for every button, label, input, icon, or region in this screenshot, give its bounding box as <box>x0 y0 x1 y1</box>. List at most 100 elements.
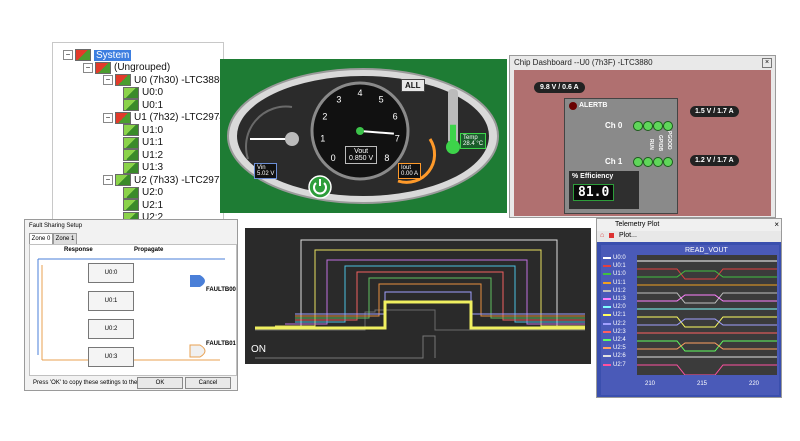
legend-item: U1:0 <box>603 271 626 277</box>
ch0-output: 1.5 V / 1.7 A <box>690 106 739 117</box>
all-label[interactable]: ALL <box>401 79 425 92</box>
ok-button[interactable]: OK <box>137 377 183 389</box>
device-icon <box>115 111 131 124</box>
tree-item[interactable]: U2:1 <box>123 199 163 211</box>
legend-label: U2:3 <box>613 328 626 335</box>
device-icon <box>123 124 139 136</box>
chip-dashboard-window: Chip Dashboard --U0 (7h3F) -LTC3880 × 9.… <box>509 55 776 218</box>
legend-item: U2:3 <box>603 329 626 335</box>
faultb01-label: FAULTB01 <box>206 341 236 347</box>
device-icon <box>115 74 131 86</box>
gpio-label: GPIOB <box>657 135 663 152</box>
cancel-button[interactable]: Cancel <box>185 377 231 389</box>
close-icon[interactable]: × <box>774 220 779 229</box>
tree-item[interactable]: − System <box>63 49 132 61</box>
tree-item-label: U0:0 <box>142 87 164 98</box>
expand-toggle-icon[interactable]: − <box>103 175 113 185</box>
device-icon <box>123 136 139 149</box>
chip-dashboard-canvas: 9.8 V / 0.6 A ALERTB Ch 0 Ch 1 RUN GPIOB… <box>514 70 771 216</box>
vout-readout: Vout 0.850 V <box>345 146 378 164</box>
fault-unit-box: U0:0 <box>88 263 134 283</box>
on-label: ON <box>251 344 266 355</box>
x-tick-label: 215 <box>697 381 708 387</box>
tree-item[interactable]: U1:2 <box>123 149 163 161</box>
stop-icon[interactable] <box>609 233 614 238</box>
legend-item: U1:3 <box>603 296 626 302</box>
gauge-tick-label: 3 <box>336 94 341 104</box>
legend-swatch <box>603 281 611 284</box>
legend-item: U1:2 <box>603 288 626 294</box>
efficiency-label: % Efficiency <box>572 173 614 180</box>
telemetry-plot-area: READ_VOUT U0:0 U0:1 U1:0 U1:1 U1:2 U1:3 U2:0 U2… <box>601 245 779 395</box>
legend-label: U0:1 <box>613 263 626 270</box>
tree-item[interactable]: − U2 (7h33) -LTC2977 <box>103 174 224 186</box>
legend-label: U1:3 <box>613 296 626 302</box>
device-icon <box>115 174 131 186</box>
expand-toggle-icon[interactable]: − <box>103 75 113 85</box>
tree-item[interactable]: − U0 (7h30) -LTC3880 <box>103 74 223 86</box>
legend-label: U2:6 <box>613 353 626 360</box>
legend-swatch <box>603 347 611 350</box>
tree-item-label: U2:1 <box>142 199 164 211</box>
expand-toggle-icon[interactable]: − <box>83 62 93 73</box>
legend-item: U2:5 <box>603 345 626 351</box>
vin-hub <box>285 132 299 146</box>
tree-item[interactable]: − U1 (7h32) -LTC2974 <box>103 111 223 124</box>
tree-item-label: U1:1 <box>142 137 164 148</box>
gauge-tick-label: 1 <box>320 133 325 143</box>
tree-item[interactable]: U0:0 <box>123 86 164 99</box>
x-tick-label: 220 <box>749 381 760 387</box>
device-icon <box>123 99 139 111</box>
legend-item: U1:1 <box>603 280 626 286</box>
close-icon[interactable]: × <box>762 58 772 68</box>
tree-item-label: U1:2 <box>142 149 164 161</box>
legend-item: U2:6 <box>603 353 626 359</box>
device-icon <box>95 61 111 74</box>
legend-label: U2:4 <box>613 337 626 343</box>
status-led <box>643 157 653 167</box>
status-led <box>653 157 663 167</box>
legend-item: U2:7 <box>603 362 626 368</box>
home-icon[interactable]: ⌂ <box>600 232 604 239</box>
gauge-tick-label: 8 <box>384 153 389 163</box>
legend-swatch <box>603 265 611 268</box>
sequencing-waveform <box>255 239 585 359</box>
alert-led <box>569 102 577 110</box>
expand-toggle-icon[interactable]: − <box>103 112 113 123</box>
faultb00-label: FAULTB00 <box>206 287 236 293</box>
gauge-tick-label: 2 <box>322 111 327 121</box>
legend-item: U2:4 <box>603 337 626 343</box>
fault-unit-box: U0:1 <box>88 291 134 311</box>
gauge-tick-label: 0 <box>331 153 336 163</box>
vin-readout: Vin 5.02 V <box>254 163 278 179</box>
legend-swatch <box>603 363 611 366</box>
tree-item-label: U2 (7h33) -LTC2977 <box>134 174 224 186</box>
temp-readout: Temp 28.4 °C <box>460 133 487 149</box>
ch1-label: Ch 1 <box>605 157 623 166</box>
legend-swatch <box>603 322 611 325</box>
legend-label: U2:2 <box>613 320 626 327</box>
legend-swatch <box>603 339 611 341</box>
telemetry-lines <box>637 255 777 375</box>
vout-label: Vout <box>354 148 369 155</box>
legend-label: U2:1 <box>613 312 626 319</box>
tree-item-label: U0:1 <box>142 99 164 111</box>
legend-label: U1:2 <box>613 287 626 294</box>
tree-item[interactable]: U0:1 <box>123 99 163 111</box>
expand-toggle-icon[interactable]: − <box>63 50 73 60</box>
gauge-panel: 01 23 4 56 78 ALL Vin 5.02 V Vout 0.850 V Io… <box>220 59 507 213</box>
tree-item[interactable]: U1:3 <box>123 161 163 174</box>
tree-item[interactable]: U2:0 <box>123 186 163 199</box>
input-readout: 9.8 V / 0.6 A <box>534 82 585 93</box>
tree-item[interactable]: U1:0 <box>123 124 163 136</box>
legend-item: U0:1 <box>603 263 626 269</box>
gauge-tick-label: 4 <box>357 88 362 98</box>
temp-value: 28.4 °C <box>463 141 484 147</box>
gauge-tick-label: 5 <box>379 94 384 104</box>
efficiency-box: % Efficiency 81.0 <box>569 171 639 209</box>
tree-item[interactable]: U1:1 <box>123 136 164 149</box>
plot-menu[interactable]: Plot... <box>619 232 637 239</box>
tree-item[interactable]: − (Ungrouped) <box>83 61 170 74</box>
status-led <box>663 157 673 167</box>
vin-value: 5.02 V <box>257 171 275 177</box>
